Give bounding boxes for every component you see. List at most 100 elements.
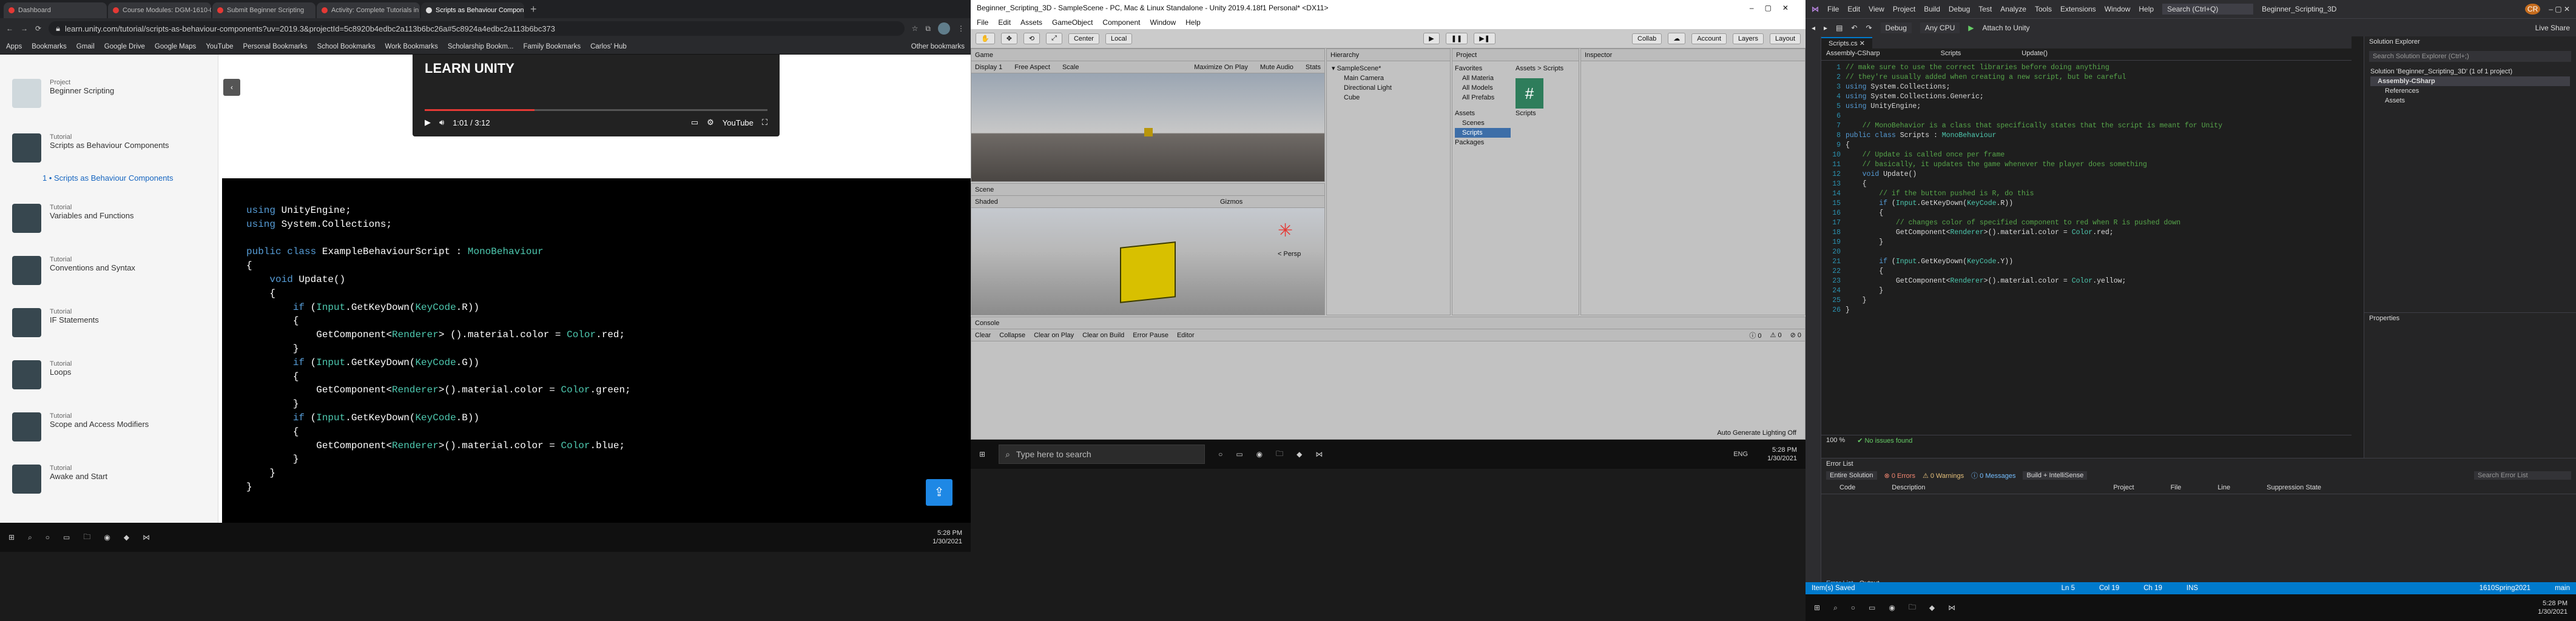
gizmos-dropdown[interactable]: Gizmos	[1220, 198, 1242, 206]
project-header[interactable]: Project Beginner Scripting	[12, 79, 114, 108]
sidebar-tutorial-item[interactable]: Tutorial Conventions and Syntax	[12, 256, 135, 285]
hierarchy-item[interactable]: Cube	[1332, 93, 1445, 102]
favorites-item[interactable]: All Models	[1455, 83, 1511, 93]
menu-edit[interactable]: Edit	[998, 18, 1011, 27]
menu-icon[interactable]: ⋮	[957, 24, 965, 33]
col-suppression[interactable]: Suppression State	[2267, 484, 2321, 491]
col-line[interactable]: Line	[2217, 484, 2230, 491]
vs-menu-item[interactable]: Analyze	[2000, 5, 2026, 13]
browser-tab[interactable]: Activity: Complete Tutorials in S	[317, 2, 420, 18]
sidebar-tutorial-item[interactable]: Tutorial Loops	[12, 360, 72, 389]
sidebar-tutorial-item[interactable]: Tutorial Variables and Functions	[12, 204, 134, 233]
layout-dropdown[interactable]: Layout	[1769, 33, 1801, 44]
config-dropdown[interactable]: Debug	[1880, 22, 1912, 33]
scroll-top-button[interactable]: ⇪	[926, 479, 953, 506]
col-code[interactable]: Code	[1839, 484, 1855, 491]
rotate-tool-button[interactable]: ⟲	[1023, 33, 1040, 44]
chrome-icon[interactable]: ◉	[1889, 603, 1895, 612]
menu-window[interactable]: Window	[1150, 18, 1176, 27]
bookmark-apps[interactable]: Apps	[6, 43, 22, 50]
col-description[interactable]: Description	[1892, 484, 1925, 491]
status-column[interactable]: Col 19	[2099, 585, 2119, 592]
csharp-script-icon[interactable]: #	[1516, 78, 1543, 109]
bookmark-item[interactable]: Bookmarks	[32, 43, 67, 50]
error-count[interactable]: ⊘ 0	[1790, 331, 1801, 339]
hierarchy-tab[interactable]: Hierarchy	[1327, 49, 1450, 61]
issues-indicator[interactable]: ✔ No issues found	[1857, 437, 1912, 445]
bookmark-folder[interactable]: Scholarship Bookm...	[448, 43, 514, 50]
console-clear-button[interactable]: Clear	[975, 332, 991, 339]
vs-menu-item[interactable]: Project	[1893, 5, 1915, 13]
assets-subfolder[interactable]: Scenes	[1455, 118, 1511, 128]
move-tool-button[interactable]: ✥	[1000, 33, 1017, 44]
zoom-level[interactable]: 100 %	[1826, 437, 1845, 445]
task-view-icon[interactable]: ▭	[1869, 603, 1875, 612]
status-char[interactable]: Ch 19	[2143, 585, 2162, 592]
menu-component[interactable]: Component	[1102, 18, 1140, 27]
nav-class-dropdown[interactable]: Scripts	[1941, 50, 1961, 59]
hierarchy-item[interactable]: Directional Light	[1332, 83, 1445, 93]
unity-taskbar-icon[interactable]: ◆	[1296, 450, 1302, 458]
menu-assets[interactable]: Assets	[1020, 18, 1042, 27]
browser-tab[interactable]: Dashboard	[4, 2, 107, 18]
display-dropdown[interactable]: Display 1	[975, 64, 1002, 71]
address-bar[interactable]: 🔒︎ learn.unity.com/tutorial/scripts-as-be…	[49, 21, 905, 36]
status-insert-mode[interactable]: INS	[2187, 585, 2198, 592]
menu-help[interactable]: Help	[1185, 18, 1201, 27]
task-view-icon[interactable]: ▭	[63, 533, 70, 542]
hierarchy-item[interactable]: Main Camera	[1332, 73, 1445, 83]
search-icon[interactable]: ⌕	[1833, 603, 1838, 613]
assets-node[interactable]: Assets	[2370, 96, 2570, 106]
scene-orientation-gizmo[interactable]: ✳	[1278, 220, 1293, 241]
mute-audio-toggle[interactable]: Mute Audio	[1260, 64, 1293, 71]
cloud-icon[interactable]: ☁	[1668, 33, 1686, 44]
status-branch[interactable]: main	[2555, 585, 2570, 592]
play-button[interactable]: ▶	[1423, 33, 1440, 44]
cortana-icon[interactable]: ○	[1218, 450, 1222, 458]
project-tab[interactable]: Project	[1452, 49, 1579, 61]
search-icon[interactable]: ⌕	[28, 533, 32, 542]
unity-taskbar-icon[interactable]: ◆	[124, 533, 129, 542]
bookmark-item[interactable]: Gmail	[76, 43, 95, 50]
back-icon[interactable]: ◂	[1812, 24, 1815, 32]
pivot-local-toggle[interactable]: Local	[1105, 33, 1133, 44]
nav-project-dropdown[interactable]: Assembly-CSharp	[1826, 50, 1880, 59]
bookmark-other[interactable]: Other bookmarks	[911, 43, 965, 50]
account-dropdown[interactable]: Account	[1691, 33, 1727, 44]
info-count[interactable]: ⓘ 0	[1749, 331, 1761, 340]
bookmark-folder[interactable]: Work Bookmarks	[385, 43, 438, 50]
bookmark-folder[interactable]: Family Bookmarks	[524, 43, 581, 50]
vs-menu-item[interactable]: Edit	[1847, 5, 1860, 13]
console-error-pause-toggle[interactable]: Error Pause	[1133, 332, 1168, 339]
vs-menu-item[interactable]: Window	[2105, 5, 2131, 13]
collapse-sidebar-button[interactable]: ‹	[223, 79, 240, 96]
messages-filter[interactable]: ⓘ 0 Messages	[1971, 471, 2015, 480]
vs-search-box[interactable]: Search (Ctrl+Q)	[2162, 4, 2254, 15]
hand-tool-button[interactable]: ✋	[976, 33, 995, 44]
favorites-folder[interactable]: Favorites	[1455, 64, 1511, 73]
status-repo[interactable]: 1610Spring2021	[2480, 585, 2530, 592]
solution-node[interactable]: Solution 'Beginner_Scripting_3D' (1 of 1…	[2370, 67, 2570, 76]
explorer-icon[interactable]: 🗀︎	[83, 531, 90, 544]
persp-label[interactable]: < Persp	[1278, 250, 1301, 258]
script-file-name[interactable]: Scripts	[1516, 109, 1576, 118]
error-scope-dropdown[interactable]: Entire Solution	[1826, 471, 1877, 480]
play-icon[interactable]: ▶	[425, 118, 431, 127]
packages-folder[interactable]: Packages	[1455, 138, 1511, 147]
sidebar-tutorial-item[interactable]: Tutorial Scripts as Behaviour Components	[12, 133, 169, 163]
explorer-icon[interactable]: 🗀︎	[1276, 448, 1283, 461]
forward-icon[interactable]: →	[21, 24, 28, 33]
star-icon[interactable]: ☆	[912, 24, 919, 33]
warnings-filter[interactable]: ⚠ 0 Warnings	[1923, 472, 1964, 480]
platform-dropdown[interactable]: Any CPU	[1920, 22, 1960, 33]
windows-start-icon[interactable]: ⊞	[979, 450, 985, 458]
project-node[interactable]: Assembly-CSharp	[2370, 76, 2570, 86]
shading-mode-dropdown[interactable]: Shaded	[975, 198, 998, 206]
sidebar-step-item[interactable]: 1 • Scripts as Behaviour Components	[42, 173, 174, 183]
start-icon[interactable]: ▶	[1968, 24, 1974, 32]
settings-icon[interactable]: ⚙	[707, 118, 714, 127]
console-clear-on-build-toggle[interactable]: Clear on Build	[1082, 332, 1124, 339]
window-controls[interactable]: –▢✕	[1750, 4, 1799, 12]
video-progress-track[interactable]	[425, 109, 767, 111]
scene-tab[interactable]: Scene	[971, 184, 1324, 196]
